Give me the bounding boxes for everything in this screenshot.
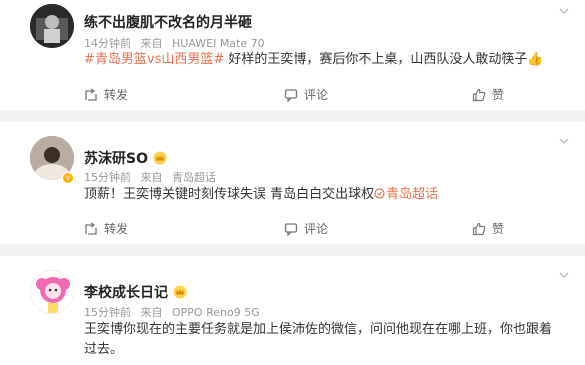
topic-link[interactable]: 青岛超话: [374, 187, 438, 202]
comment-meta: 15分钟前 来自 青岛超话: [84, 169, 216, 185]
comment-card: 练不出腹肌不改名的月半砸 14分钟前 来自 HUAWEI Mate 70 #青岛…: [0, 0, 585, 110]
comment-meta: 15分钟前 来自 OPPO Reno9 5G: [84, 304, 260, 320]
thumbs-up-emoji: 👍: [527, 52, 544, 67]
chevron-down-icon[interactable]: [559, 136, 569, 146]
comment-label: 评论: [304, 88, 329, 102]
source-prefix: 来自: [140, 171, 163, 184]
like-icon: [472, 88, 486, 102]
timestamp: 14分钟前: [84, 37, 131, 50]
source: OPPO Reno9 5G: [172, 306, 260, 319]
comment-text: #青岛男篮vs山西男篮# 好样的王奕博，赛后你不上桌，山西队没人敢动筷子👍: [84, 50, 554, 70]
timestamp: 15分钟前: [84, 171, 131, 184]
user-name-text: 苏沫研SO: [84, 151, 148, 167]
chevron-down-icon[interactable]: [559, 270, 569, 280]
forward-icon: [85, 88, 97, 101]
hashtag-link[interactable]: #青岛男篮vs山西男篮#: [84, 52, 224, 67]
comment-button[interactable]: 评论: [284, 220, 328, 238]
user-name[interactable]: 练不出腹肌不改名的月半砸: [84, 12, 252, 32]
comment-label: 评论: [304, 222, 329, 236]
chevron-down-icon[interactable]: [559, 6, 569, 16]
user-name-text: 李校成长日记: [84, 285, 168, 301]
comment-text: 顶薪！王奕博关键时刻传球失误 青岛白白交出球权 青岛超话: [84, 185, 554, 205]
action-bar: 转发 评论 赞: [84, 220, 554, 238]
like-label: 赞: [492, 88, 505, 102]
comment-icon: [284, 223, 298, 237]
source-prefix: 来自: [140, 37, 163, 50]
forward-icon: [85, 222, 97, 235]
forward-label: 转发: [104, 88, 129, 102]
comment-body: 王奕博你现在的主要任务就是加上侯沛佐的微信，问问他现在在哪上班，你也跟着过去。: [84, 322, 553, 357]
comment-card: 李校成长日记 15分钟前 来自 OPPO Reno9 5G 王奕博你现在的主要任…: [0, 256, 585, 365]
comment-button[interactable]: 评论: [284, 86, 328, 104]
comment-icon: [284, 89, 298, 103]
crown-badge-icon: [153, 151, 167, 165]
avatar[interactable]: [30, 270, 74, 314]
verified-badge-icon: v: [62, 172, 74, 184]
avatar[interactable]: [30, 4, 74, 48]
source-prefix: 来自: [140, 306, 163, 319]
comment-body: 顶薪！王奕博关键时刻传球失误 青岛白白交出球权: [84, 187, 375, 202]
forward-button[interactable]: 转发: [84, 86, 128, 104]
comment-card: v 苏沫研SO 15分钟前 来自 青岛超话 顶薪！王奕博关键时刻传球失误 青岛白…: [0, 122, 585, 244]
user-name[interactable]: 苏沫研SO: [84, 148, 167, 168]
crown-badge-icon: [173, 285, 187, 299]
forward-label: 转发: [104, 222, 129, 236]
action-bar: 转发 评论 赞: [84, 86, 554, 104]
like-button[interactable]: 赞: [472, 86, 504, 104]
like-label: 赞: [492, 222, 505, 236]
comment-body: 好样的王奕博，赛后你不上桌，山西队没人敢动筷子: [224, 52, 528, 67]
source: HUAWEI Mate 70: [172, 37, 265, 50]
like-icon: [472, 222, 486, 236]
comment-meta: 14分钟前 来自 HUAWEI Mate 70: [84, 35, 265, 51]
like-button[interactable]: 赞: [472, 220, 504, 238]
source: 青岛超话: [172, 171, 216, 184]
comment-text: 王奕博你现在的主要任务就是加上侯沛佐的微信，问问他现在在哪上班，你也跟着过去。: [84, 320, 554, 360]
user-name[interactable]: 李校成长日记: [84, 282, 187, 302]
timestamp: 15分钟前: [84, 306, 131, 319]
topic-label: 青岛超话: [386, 187, 439, 202]
topic-icon: [374, 188, 385, 199]
forward-button[interactable]: 转发: [84, 220, 128, 238]
